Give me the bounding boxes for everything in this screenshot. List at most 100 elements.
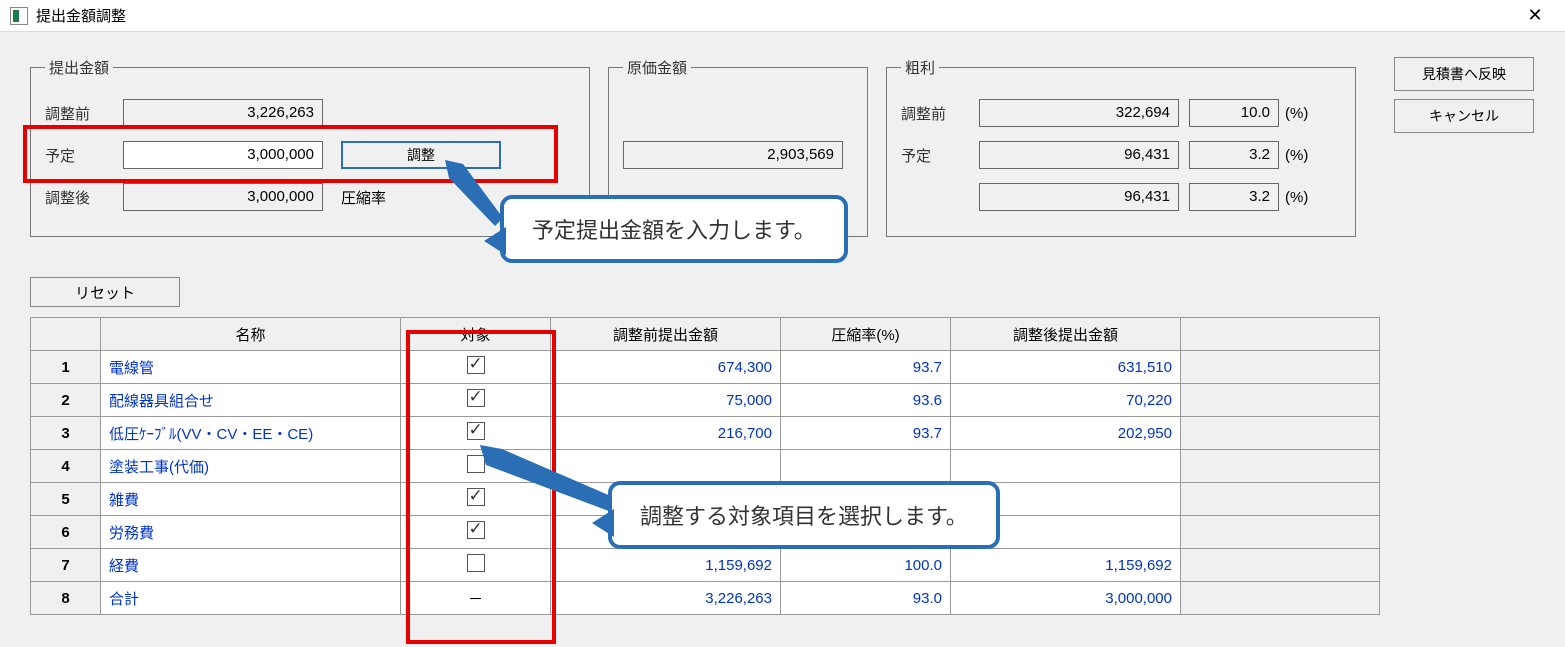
row-target[interactable] — [401, 351, 551, 384]
checkbox-icon[interactable] — [467, 455, 485, 473]
row-target[interactable] — [401, 384, 551, 417]
table-row[interactable]: 8合計－3,226,26393.03,000,000 — [31, 582, 1380, 615]
th-before: 調整前提出金額 — [551, 318, 781, 351]
titlebar: 提出金額調整 ✕ — [0, 0, 1565, 32]
profit-before-pct: 10.0 — [1189, 99, 1279, 127]
row-rate: 100.0 — [781, 549, 951, 582]
before-label: 調整前 — [45, 103, 123, 124]
profit-group: 粗利 調整前 322,694 10.0 (%) 予定 96,431 3.2 (%… — [886, 57, 1356, 237]
row-tail — [1181, 450, 1380, 483]
row-rate: 93.6 — [781, 384, 951, 417]
table-row[interactable]: 1電線管 674,30093.7631,510 — [31, 351, 1380, 384]
table-header-row: 名称 対象 調整前提出金額 圧縮率(%) 調整後提出金額 — [31, 318, 1380, 351]
adjustment-table: 名称 対象 調整前提出金額 圧縮率(%) 調整後提出金額 1電線管 674,300… — [30, 317, 1380, 615]
plan-input[interactable]: 3,000,000 — [123, 141, 323, 169]
row-number: 6 — [31, 516, 101, 549]
after-label: 調整後 — [45, 187, 123, 208]
row-before: 75,000 — [551, 384, 781, 417]
after-value: 3,000,000 — [123, 183, 323, 211]
row-tail — [1181, 483, 1380, 516]
row-tail — [1181, 417, 1380, 450]
compress-label: 圧縮率 — [341, 187, 386, 208]
th-rate: 圧縮率(%) — [781, 318, 951, 351]
row-number: 7 — [31, 549, 101, 582]
profit-after-amount: 96,431 — [979, 183, 1179, 211]
row-target[interactable] — [401, 483, 551, 516]
row-number: 8 — [31, 582, 101, 615]
row-target[interactable] — [401, 516, 551, 549]
callout-plan-input: 予定提出金額を入力します。 — [500, 195, 848, 263]
row-name: 雑費 — [101, 483, 401, 516]
profit-before-amount: 322,694 — [979, 99, 1179, 127]
app-icon — [10, 7, 28, 25]
row-before: 216,700 — [551, 417, 781, 450]
profit-plan-label: 予定 — [901, 145, 979, 166]
row-number: 1 — [31, 351, 101, 384]
pct-unit-3: (%) — [1285, 189, 1308, 206]
cancel-button[interactable]: キャンセル — [1394, 99, 1534, 133]
row-tail — [1181, 549, 1380, 582]
row-target: － — [401, 582, 551, 615]
window-title: 提出金額調整 — [36, 5, 1515, 26]
pct-unit-1: (%) — [1285, 105, 1308, 122]
plan-label: 予定 — [45, 145, 123, 166]
row-number: 3 — [31, 417, 101, 450]
reflect-button[interactable]: 見積書へ反映 — [1394, 57, 1534, 91]
reset-button[interactable]: リセット — [30, 277, 180, 307]
row-name: 労務費 — [101, 516, 401, 549]
row-before: 674,300 — [551, 351, 781, 384]
checkbox-icon[interactable] — [467, 356, 485, 374]
row-after: 631,510 — [951, 351, 1181, 384]
profit-plan-amount: 96,431 — [979, 141, 1179, 169]
checkbox-icon[interactable] — [467, 554, 485, 572]
row-target[interactable] — [401, 549, 551, 582]
row-target[interactable] — [401, 417, 551, 450]
row-rate: 93.0 — [781, 582, 951, 615]
row-after: 1,159,692 — [951, 549, 1181, 582]
row-tail — [1181, 582, 1380, 615]
profit-after-pct: 3.2 — [1189, 183, 1279, 211]
row-name: 配線器具組合せ — [101, 384, 401, 417]
adjust-button[interactable]: 調整 — [341, 141, 501, 169]
table-row[interactable]: 7経費 1,159,692100.01,159,692 — [31, 549, 1380, 582]
th-tail — [1181, 318, 1380, 351]
row-rate: 93.7 — [781, 351, 951, 384]
row-rate — [781, 450, 951, 483]
profit-before-label: 調整前 — [901, 103, 979, 124]
row-name: 塗装工事(代価) — [101, 450, 401, 483]
row-after: 3,000,000 — [951, 582, 1181, 615]
pct-unit-2: (%) — [1285, 147, 1308, 164]
cost-legend: 原価金額 — [623, 57, 691, 78]
row-after — [951, 450, 1181, 483]
checkbox-icon[interactable] — [467, 521, 485, 539]
th-target: 対象 — [401, 318, 551, 351]
row-before: 3,226,263 — [551, 582, 781, 615]
row-rate: 93.7 — [781, 417, 951, 450]
submission-legend: 提出金額 — [45, 57, 113, 78]
th-name: 名称 — [101, 318, 401, 351]
row-name: 低圧ｹｰﾌﾞﾙ(VV・CV・EE・CE) — [101, 417, 401, 450]
row-before: 1,159,692 — [551, 549, 781, 582]
table-row[interactable]: 3低圧ｹｰﾌﾞﾙ(VV・CV・EE・CE) 216,70093.7202,950 — [31, 417, 1380, 450]
table-row[interactable]: 2配線器具組合せ 75,00093.670,220 — [31, 384, 1380, 417]
row-name: 電線管 — [101, 351, 401, 384]
checkbox-icon[interactable] — [467, 389, 485, 407]
row-after: 202,950 — [951, 417, 1181, 450]
row-name: 経費 — [101, 549, 401, 582]
cost-value: 2,903,569 — [623, 141, 843, 169]
row-before — [551, 450, 781, 483]
row-tail — [1181, 384, 1380, 417]
row-number: 4 — [31, 450, 101, 483]
th-after: 調整後提出金額 — [951, 318, 1181, 351]
row-after: 70,220 — [951, 384, 1181, 417]
close-icon[interactable]: ✕ — [1515, 5, 1555, 26]
th-blank — [31, 318, 101, 351]
profit-legend: 粗利 — [901, 57, 939, 78]
table-row[interactable]: 4塗装工事(代価) — [31, 450, 1380, 483]
checkbox-icon[interactable] — [467, 422, 485, 440]
checkbox-icon[interactable] — [467, 488, 485, 506]
row-target[interactable] — [401, 450, 551, 483]
row-name: 合計 — [101, 582, 401, 615]
row-number: 2 — [31, 384, 101, 417]
row-number: 5 — [31, 483, 101, 516]
